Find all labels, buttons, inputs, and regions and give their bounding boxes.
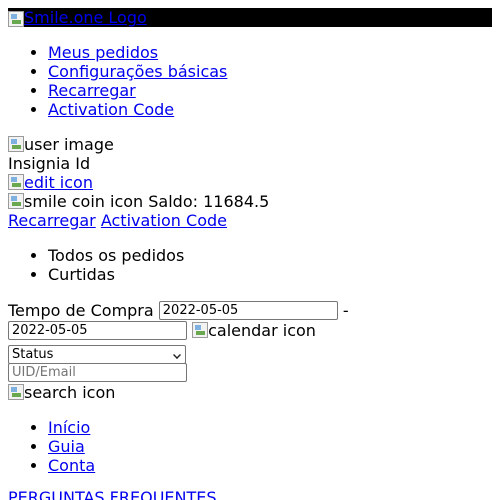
coin-icon-alt: smile coin icon — [24, 192, 144, 211]
menu-link-settings[interactable]: Configurações básicas — [48, 62, 227, 81]
faq-link[interactable]: PERGUNTAS FREQUENTES — [8, 488, 217, 500]
edit-link[interactable]: edit icon — [8, 173, 93, 192]
user-image — [8, 136, 24, 152]
search-icon-alt: search icon — [24, 383, 116, 402]
menu-link-activation[interactable]: Activation Code — [48, 100, 174, 119]
profile-actions: Recarregar Activation Code — [8, 211, 227, 230]
smile-coin-icon — [8, 193, 24, 209]
menu-link-orders[interactable]: Meus pedidos — [48, 43, 158, 62]
menu-item-recharge: Recarregar — [48, 81, 227, 100]
tab-liked[interactable]: Curtidas — [48, 265, 184, 284]
date-from-input[interactable]: 2022-05-05 — [158, 301, 338, 320]
activation-code-link[interactable]: Activation Code — [101, 211, 227, 230]
search-input[interactable]: UID/Email — [8, 363, 187, 382]
purchase-time-label: Tempo de Compra — [8, 301, 154, 320]
footer-nav: Início Guia Conta — [8, 418, 95, 475]
date-to-row: 2022-05-05 calendar icon — [8, 321, 316, 340]
main-menu: Meus pedidos Configurações básicas Recar… — [8, 43, 227, 119]
edit-icon — [8, 174, 24, 190]
recharge-link[interactable]: Recarregar — [8, 211, 96, 230]
balance-row: smile coin icon Saldo: 11684.5 — [8, 192, 269, 211]
footer-link-guide[interactable]: Guia — [48, 437, 85, 456]
order-tabs: Todos os pedidos Curtidas — [8, 246, 184, 284]
edit-row: edit icon — [8, 173, 93, 192]
logo-link[interactable]: Smile.one Logo — [8, 8, 147, 27]
logo-alt-text: Smile.one Logo — [24, 8, 147, 27]
purchase-time-row: Tempo de Compra 2022-05-05 - — [8, 301, 349, 320]
status-row: Status — [8, 343, 186, 364]
menu-link-recharge[interactable]: Recarregar — [48, 81, 136, 100]
menu-item-activation: Activation Code — [48, 100, 227, 119]
insignia-id: Insignia Id — [8, 154, 91, 173]
status-select[interactable]: Status — [8, 345, 186, 364]
logo-image — [8, 11, 24, 27]
search-row: UID/Email — [8, 363, 187, 382]
date-to-input[interactable]: 2022-05-05 — [8, 321, 187, 340]
menu-item-orders: Meus pedidos — [48, 43, 227, 62]
footer-item-home: Início — [48, 418, 95, 437]
footer-link-account[interactable]: Conta — [48, 456, 95, 475]
user-image-alt: user image — [24, 135, 114, 154]
footer-link-home[interactable]: Início — [48, 418, 90, 437]
edit-icon-alt: edit icon — [24, 173, 93, 192]
chevron-down-icon — [173, 351, 181, 359]
date-separator: - — [342, 301, 349, 320]
footer-item-account: Conta — [48, 456, 95, 475]
calendar-icon[interactable] — [192, 322, 209, 338]
tab-all-orders[interactable]: Todos os pedidos — [48, 246, 184, 265]
status-selected-value: Status — [12, 347, 54, 362]
faq-row: PERGUNTAS FREQUENTES — [8, 488, 217, 500]
balance-text: Saldo: 11684.5 — [148, 192, 270, 211]
search-icon[interactable] — [8, 384, 24, 400]
user-image-row: user image — [8, 135, 114, 154]
search-button-row: search icon — [8, 383, 115, 402]
calendar-icon-alt: calendar icon — [208, 321, 316, 340]
menu-item-settings: Configurações básicas — [48, 62, 227, 81]
footer-item-guide: Guia — [48, 437, 95, 456]
